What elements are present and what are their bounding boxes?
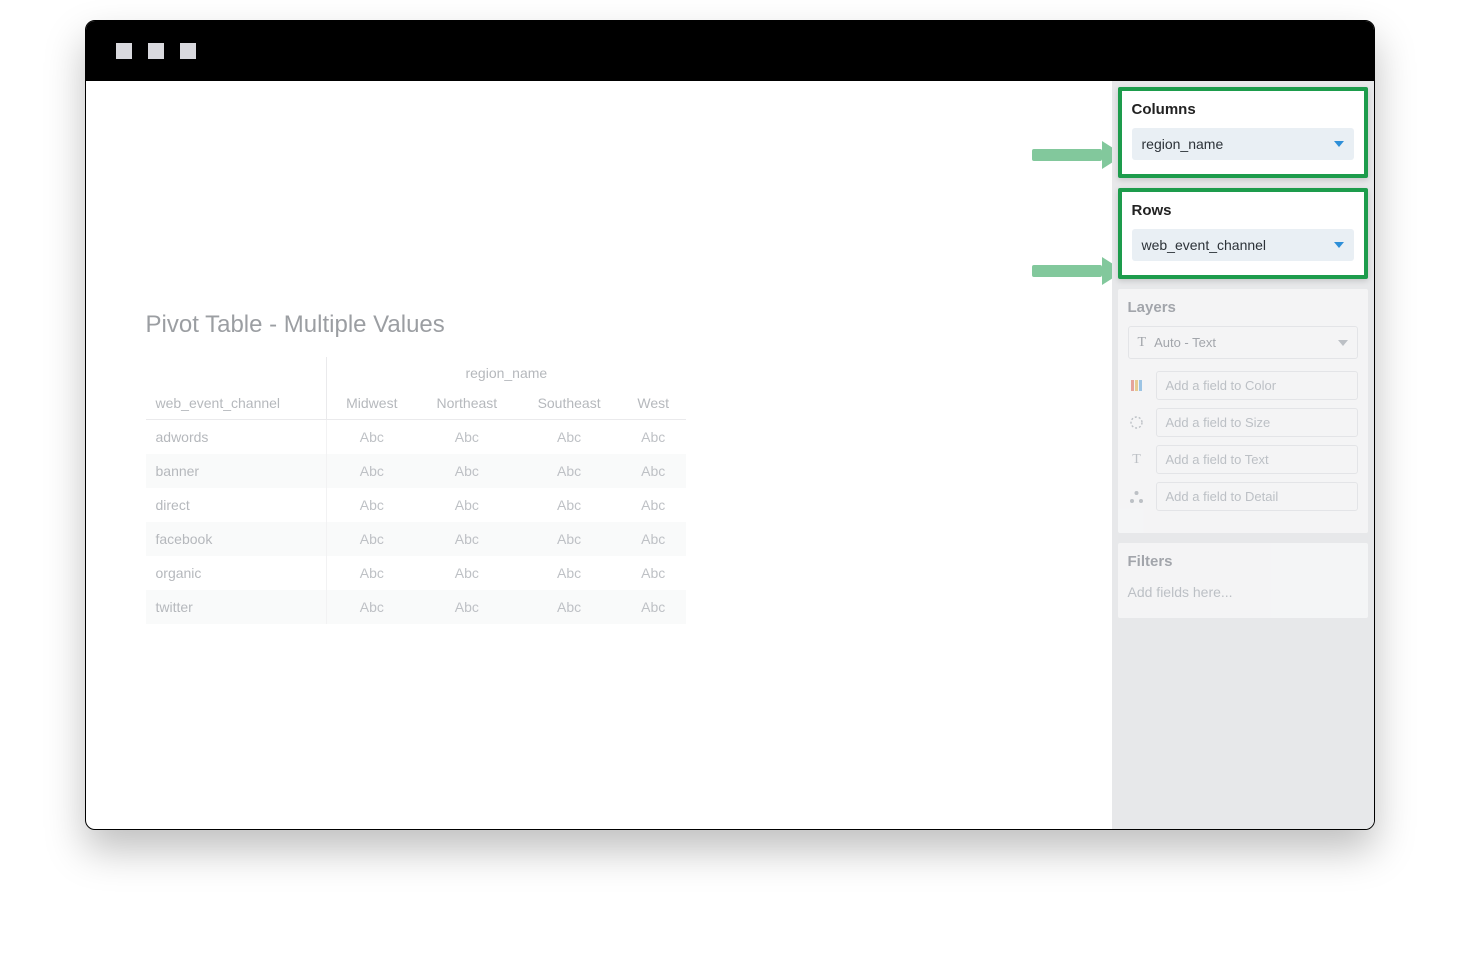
table-cell: Abc bbox=[416, 522, 517, 556]
row-label: banner bbox=[146, 454, 327, 488]
detail-field-slot[interactable]: Add a field to Detail bbox=[1128, 482, 1358, 511]
size-icon bbox=[1128, 415, 1146, 430]
annotation-arrow-rows bbox=[1032, 257, 1124, 285]
row-label: facebook bbox=[146, 522, 327, 556]
row-label: adwords bbox=[146, 420, 327, 455]
table-cell: Abc bbox=[621, 556, 686, 590]
color-slot-placeholder: Add a field to Color bbox=[1156, 371, 1358, 400]
app-body: Pivot Table - Multiple Values region_nam… bbox=[86, 81, 1374, 829]
table-cell: Abc bbox=[327, 522, 417, 556]
table-cell: Abc bbox=[621, 522, 686, 556]
filters-panel: Filters Add fields here... bbox=[1118, 543, 1368, 618]
column-header: Southeast bbox=[517, 387, 621, 420]
table-cell: Abc bbox=[517, 454, 621, 488]
app-window: Pivot Table - Multiple Values region_nam… bbox=[85, 20, 1375, 830]
window-control[interactable] bbox=[148, 43, 164, 59]
chart-title: Pivot Table - Multiple Values bbox=[146, 311, 1052, 339]
column-super-header: region_name bbox=[327, 357, 686, 387]
table-cell: Abc bbox=[517, 488, 621, 522]
rows-field-label: web_event_channel bbox=[1142, 237, 1267, 253]
table-cell: Abc bbox=[327, 454, 417, 488]
window-control[interactable] bbox=[116, 43, 132, 59]
row-label: direct bbox=[146, 488, 327, 522]
size-field-slot[interactable]: Add a field to Size bbox=[1128, 408, 1358, 437]
table-cell: Abc bbox=[416, 488, 517, 522]
table-row: directAbcAbcAbcAbc bbox=[146, 488, 686, 522]
table-row: facebookAbcAbcAbcAbc bbox=[146, 522, 686, 556]
layer-mode-label: Auto - Text bbox=[1154, 335, 1216, 350]
columns-field-label: region_name bbox=[1142, 136, 1224, 152]
filters-panel-title: Filters bbox=[1128, 553, 1358, 570]
row-dimension-header: web_event_channel bbox=[146, 387, 327, 420]
layers-panel-title: Layers bbox=[1128, 299, 1358, 316]
window-titlebar bbox=[86, 21, 1374, 81]
table-row: twitterAbcAbcAbcAbc bbox=[146, 590, 686, 624]
table-cell: Abc bbox=[517, 522, 621, 556]
annotation-arrow-columns bbox=[1032, 141, 1124, 169]
dropdown-caret-icon bbox=[1334, 242, 1344, 248]
color-field-slot[interactable]: Add a field to Color bbox=[1128, 371, 1358, 400]
table-cell: Abc bbox=[517, 590, 621, 624]
table-row: bannerAbcAbcAbcAbc bbox=[146, 454, 686, 488]
columns-panel: Columns region_name bbox=[1118, 87, 1368, 178]
window-control[interactable] bbox=[180, 43, 196, 59]
layers-panel: Layers Auto - Text Add a field to Color bbox=[1118, 289, 1368, 533]
table-cell: Abc bbox=[327, 420, 417, 455]
detail-icon bbox=[1128, 491, 1146, 503]
column-header: West bbox=[621, 387, 686, 420]
text-field-slot[interactable]: Add a field to Text bbox=[1128, 445, 1358, 474]
table-cell: Abc bbox=[416, 420, 517, 455]
table-cell: Abc bbox=[327, 590, 417, 624]
text-slot-placeholder: Add a field to Text bbox=[1156, 445, 1358, 474]
detail-slot-placeholder: Add a field to Detail bbox=[1156, 482, 1358, 511]
table-cell: Abc bbox=[621, 420, 686, 455]
main-canvas: Pivot Table - Multiple Values region_nam… bbox=[86, 81, 1112, 829]
config-sidebar: Columns region_name Rows web_event_chann… bbox=[1112, 81, 1374, 829]
column-header: Midwest bbox=[327, 387, 417, 420]
column-header: Northeast bbox=[416, 387, 517, 420]
text-icon bbox=[1128, 452, 1146, 468]
rows-field-pill[interactable]: web_event_channel bbox=[1132, 229, 1354, 261]
pivot-table: region_name web_event_channel MidwestNor… bbox=[146, 357, 686, 624]
row-label: twitter bbox=[146, 590, 327, 624]
columns-panel-title: Columns bbox=[1132, 101, 1354, 118]
row-label: organic bbox=[146, 556, 327, 590]
table-cell: Abc bbox=[416, 590, 517, 624]
dropdown-caret-icon bbox=[1338, 340, 1348, 346]
table-cell: Abc bbox=[517, 556, 621, 590]
table-cell: Abc bbox=[621, 488, 686, 522]
table-cell: Abc bbox=[621, 454, 686, 488]
table-cell: Abc bbox=[327, 556, 417, 590]
filters-placeholder[interactable]: Add fields here... bbox=[1128, 580, 1358, 604]
text-icon bbox=[1138, 334, 1147, 351]
layer-mode-select[interactable]: Auto - Text bbox=[1128, 326, 1358, 359]
table-cell: Abc bbox=[416, 556, 517, 590]
table-cell: Abc bbox=[327, 488, 417, 522]
rows-panel: Rows web_event_channel bbox=[1118, 188, 1368, 279]
size-slot-placeholder: Add a field to Size bbox=[1156, 408, 1358, 437]
color-bars-icon bbox=[1128, 380, 1146, 391]
table-row: organicAbcAbcAbcAbc bbox=[146, 556, 686, 590]
table-row: adwordsAbcAbcAbcAbc bbox=[146, 420, 686, 455]
dropdown-caret-icon bbox=[1334, 141, 1344, 147]
table-cell: Abc bbox=[621, 590, 686, 624]
table-cell: Abc bbox=[416, 454, 517, 488]
columns-field-pill[interactable]: region_name bbox=[1132, 128, 1354, 160]
rows-panel-title: Rows bbox=[1132, 202, 1354, 219]
table-cell: Abc bbox=[517, 420, 621, 455]
